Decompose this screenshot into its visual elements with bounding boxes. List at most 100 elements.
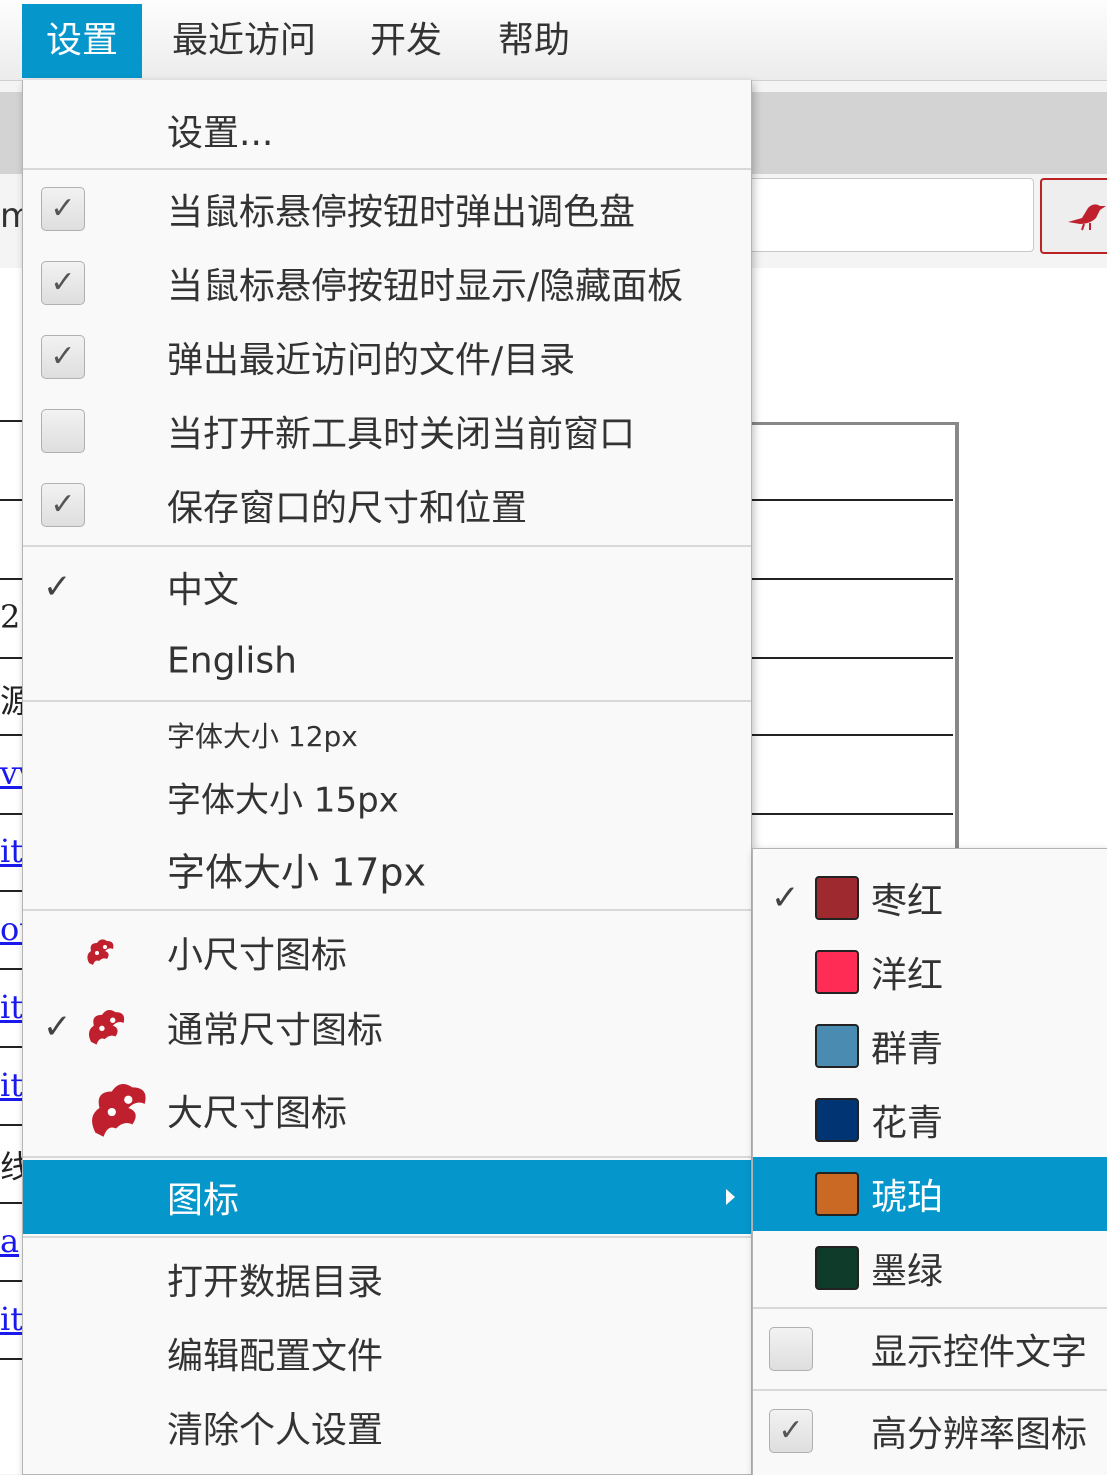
checkbox-checked[interactable]: ✓ [41, 335, 85, 379]
submenu-item-label: 墨绿 [871, 1251, 944, 1292]
menu-item-hover-palette[interactable]: ✓ 当鼠标悬停按钮时弹出调色盘 [23, 172, 751, 246]
menu-item-label: 字体大小 17px [167, 850, 427, 895]
divider [0, 578, 22, 580]
checkbox-checked[interactable]: ✓ [41, 187, 85, 231]
menu-item-font-15[interactable]: 字体大小 15px [23, 766, 751, 828]
table-row-line [745, 734, 953, 736]
submenu-item-color[interactable]: 墨绿 [753, 1231, 1107, 1305]
menu-item-save-window[interactable]: ✓ 保存窗口的尺寸和位置 [23, 468, 751, 542]
menu-separator [23, 545, 751, 547]
menu-item-lang-english[interactable]: English [23, 624, 751, 698]
divider [0, 499, 22, 501]
submenu-item-hires-icons[interactable]: ✓ 高分辨率图标 [753, 1393, 1107, 1469]
color-swatch [815, 950, 859, 994]
menu-develop[interactable]: 开发 [346, 4, 466, 78]
menu-item-clear-settings[interactable]: 清除个人设置 [23, 1390, 751, 1464]
checkbox-checked[interactable]: ✓ [41, 261, 85, 305]
menu-item-icons-submenu[interactable]: 图标 [23, 1160, 751, 1234]
menu-separator [753, 1307, 1107, 1309]
menu-item-label: 中文 [167, 570, 240, 611]
menu-item-label: 大尺寸图标 [167, 1093, 348, 1134]
submenu-item-label: 琥珀 [871, 1177, 944, 1218]
cloud-icon [87, 939, 114, 965]
menu-item-edit-config[interactable]: 编辑配置文件 [23, 1316, 751, 1390]
settings-dropdown: 设置... ✓ 当鼠标悬停按钮时弹出调色盘 ✓ 当鼠标悬停按钮时显示/隐藏面板 … [22, 80, 752, 1475]
submenu-item-label: 显示控件文字 [871, 1332, 1088, 1373]
menu-item-icon-large[interactable]: 大尺寸图标 [23, 1064, 751, 1156]
background-link-fragment[interactable]: it [0, 832, 23, 870]
menu-separator [23, 1236, 751, 1238]
color-swatch [815, 876, 859, 920]
submenu-item-color[interactable]: 洋红 [753, 935, 1107, 1009]
menu-item-label: 图标 [167, 1180, 240, 1221]
menu-item-label: 保存窗口的尺寸和位置 [167, 488, 528, 529]
menu-item-font-12[interactable]: 字体大小 12px [23, 704, 751, 766]
background-link-fragment[interactable]: it [0, 1300, 23, 1338]
menu-settings[interactable]: 设置 [22, 4, 143, 78]
divider [0, 734, 22, 736]
menu-item-lang-chinese[interactable]: ✓ 中文 [23, 550, 751, 624]
menu-separator [753, 1389, 1107, 1391]
menu-help[interactable]: 帮助 [474, 4, 594, 78]
color-swatch [815, 1246, 859, 1290]
menu-bar: 设置 最近访问 开发 帮助 [0, 0, 1107, 81]
background-link-fragment[interactable]: a [0, 1222, 19, 1260]
background-link-fragment[interactable]: it [0, 988, 23, 1026]
submenu-item-color[interactable]: 群青 [753, 1009, 1107, 1083]
menu-item-hover-panel[interactable]: ✓ 当鼠标悬停按钮时显示/隐藏面板 [23, 246, 751, 320]
check-mark-icon: ✓ [43, 567, 72, 607]
menu-separator [23, 700, 751, 702]
color-swatch [815, 1098, 859, 1142]
table-row-line [745, 499, 953, 501]
cloud-icon [92, 1084, 146, 1137]
divider [0, 420, 22, 422]
menu-item-label: 字体大小 12px [167, 720, 358, 753]
color-swatch [815, 1024, 859, 1068]
table-row-line [745, 657, 953, 659]
divider [0, 1202, 22, 1204]
checkbox-unchecked[interactable] [41, 409, 85, 453]
divider [0, 1046, 22, 1048]
submenu-item-show-text[interactable]: 显示控件文字 [753, 1311, 1107, 1387]
bird-icon [1068, 204, 1106, 231]
checkbox-checked[interactable]: ✓ [769, 1409, 813, 1453]
background-link-fragment[interactable]: it [0, 1066, 23, 1104]
cloud-icon [88, 1009, 125, 1045]
menu-item-close-window[interactable]: 当打开新工具时关闭当前窗口 [23, 394, 751, 468]
submenu-item-label: 花青 [871, 1103, 944, 1144]
submenu-item-color[interactable]: ✓ 枣红 [753, 861, 1107, 935]
menu-item-label: 当鼠标悬停按钮时显示/隐藏面板 [167, 266, 684, 307]
menu-item-open-data-dir[interactable]: 打开数据目录 [23, 1242, 751, 1316]
color-swatch [815, 1172, 859, 1216]
menu-item-label: 通常尺寸图标 [167, 1010, 384, 1051]
divider [0, 1280, 22, 1282]
submenu-item-label: 群青 [871, 1029, 944, 1070]
check-mark-icon: ✓ [43, 1007, 72, 1047]
menu-item-recent-popup[interactable]: ✓ 弹出最近访问的文件/目录 [23, 320, 751, 394]
background-bird-button[interactable] [1040, 178, 1107, 254]
checkbox-unchecked[interactable] [769, 1327, 813, 1371]
table-row-line [745, 578, 953, 580]
menu-item-settings[interactable]: 设置... [23, 92, 751, 168]
menu-item-font-17[interactable]: 字体大小 17px [23, 828, 751, 910]
background-input[interactable] [744, 178, 1034, 252]
menu-item-label: 弹出最近访问的文件/目录 [167, 340, 576, 381]
checkbox-checked[interactable]: ✓ [41, 483, 85, 527]
menu-item-label: 编辑配置文件 [167, 1336, 384, 1377]
submenu-item-color[interactable]: 琥珀 [753, 1157, 1107, 1231]
menu-separator [23, 1156, 751, 1158]
menu-item-label: 打开数据目录 [167, 1262, 384, 1303]
divider [0, 657, 22, 659]
divider [0, 1124, 22, 1126]
menu-item-icon-normal[interactable]: ✓ 通常尺寸图标 [23, 990, 751, 1064]
menu-item-label: 设置... [167, 113, 274, 154]
menu-item-label: English [167, 640, 297, 682]
divider [0, 968, 22, 970]
menu-recent[interactable]: 最近访问 [148, 4, 340, 78]
submenu-item-color[interactable]: 花青 [753, 1083, 1107, 1157]
menu-item-icon-small[interactable]: 小尺寸图标 [23, 914, 751, 990]
menu-item-label: 字体大小 15px [167, 780, 399, 821]
divider [0, 1358, 22, 1360]
submenu-item-label: 洋红 [871, 955, 944, 996]
submenu-item-label: 高分辨率图标 [871, 1414, 1088, 1455]
